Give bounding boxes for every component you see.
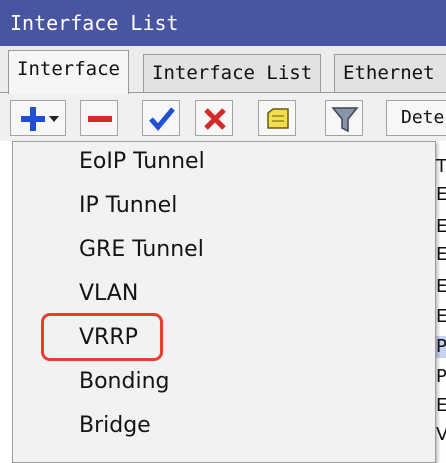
detect-internet-button[interactable]: Dete: [386, 100, 446, 136]
table-row[interactable]: V: [436, 424, 446, 446]
table-row[interactable]: E: [436, 395, 446, 417]
remove-button[interactable]: [80, 100, 118, 136]
table-row[interactable]: E: [436, 184, 446, 206]
comment-icon: [267, 108, 289, 129]
menu-item-bridge[interactable]: Bridge: [79, 412, 151, 440]
table-row[interactable]: E: [436, 216, 446, 238]
menu-gutter: [13, 142, 51, 462]
tab-bar: Interface Interface List Ethernet: [0, 46, 446, 94]
window-title: Interface List: [10, 11, 179, 35]
table-row[interactable]: E: [436, 244, 446, 266]
enable-checkmark-icon: [149, 107, 175, 131]
filter-button[interactable]: [325, 100, 363, 136]
tab-interface[interactable]: Interface: [8, 50, 129, 94]
filter-icon: [331, 107, 359, 133]
enable-button[interactable]: [142, 100, 180, 136]
menu-item-ip-tunnel[interactable]: IP Tunnel: [79, 192, 177, 220]
vrrp-highlight-annotation: [41, 313, 163, 361]
tab-interface-list[interactable]: Interface List: [143, 54, 322, 92]
disable-x-icon: [204, 108, 226, 130]
menu-item-gre-tunnel[interactable]: GRE Tunnel: [79, 236, 204, 264]
menu-item-eoip-tunnel[interactable]: EoIP Tunnel: [79, 148, 205, 176]
menu-item-vlan[interactable]: VLAN: [79, 280, 138, 308]
table-row[interactable]: E: [436, 306, 446, 328]
menu-item-bonding[interactable]: Bonding: [79, 368, 169, 396]
table-row[interactable]: P: [436, 366, 446, 388]
toolbar: [0, 93, 446, 141]
table-row[interactable]: E: [436, 276, 446, 298]
remove-icon: [88, 116, 112, 122]
add-interface-dropdown-menu: EoIP Tunnel IP Tunnel GRE Tunnel VLAN VR…: [12, 141, 436, 463]
disable-button[interactable]: [195, 100, 233, 136]
window-titlebar: Interface List: [0, 0, 446, 46]
comment-button[interactable]: [258, 100, 296, 136]
tab-ethernet[interactable]: Ethernet: [334, 54, 446, 92]
table-row[interactable]: T: [436, 156, 446, 178]
table-row[interactable]: P: [436, 336, 446, 358]
add-button[interactable]: [10, 100, 66, 136]
add-dropdown-icon: [21, 107, 59, 131]
